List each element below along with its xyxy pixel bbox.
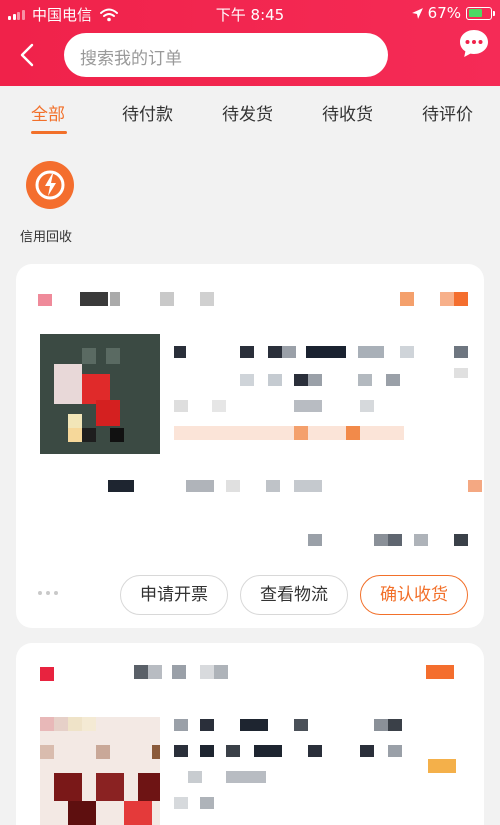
lightning-icon [25,161,74,209]
view-logistics-button[interactable]: 查看物流 [240,575,348,615]
product-tag [188,771,202,783]
tab-pending-shipment[interactable]: 待发货 [222,100,273,125]
tab-pending-review[interactable]: 待评价 [422,100,473,125]
tab-pending-receipt[interactable]: 待收货 [322,100,373,125]
location-arrow-icon [411,7,423,19]
product-tag [212,400,226,412]
order-total [374,534,388,546]
product-image[interactable] [40,334,160,454]
product-title [200,719,214,731]
confirm-receipt-button[interactable]: 确认收货 [360,575,468,615]
apply-invoice-button[interactable]: 申请开票 [120,575,228,615]
shop-name [148,665,162,679]
search-input[interactable]: 搜索我的订单 [64,33,388,77]
product-spec [268,374,282,386]
order-card [16,643,484,825]
product-spec [174,745,188,757]
promo-tag [428,759,456,773]
product-tag [294,400,322,412]
product-tag [200,797,214,809]
product-tag [174,797,188,809]
product-title [282,346,296,358]
product-tag [174,400,188,412]
order-status [400,292,414,306]
product-spec [308,745,322,757]
product-spec [388,745,402,757]
credit-recycle-shortcut[interactable]: 信用回收 [14,160,78,245]
product-title [358,346,384,358]
product-spec [200,745,214,757]
message-bubble-icon[interactable] [457,27,491,61]
service-info [226,480,240,492]
product-spec [240,374,254,386]
order-status [426,665,454,679]
service-info [186,480,214,492]
service-info [468,480,482,492]
product-title [388,719,402,731]
product-spec [254,745,282,757]
product-spec [226,745,240,757]
product-tag [360,400,374,412]
product-title [374,719,388,731]
order-total [388,534,402,546]
order-tabs: 全部 待付款 待发货 待收货 待评价 [0,86,500,136]
status-bar: 中国电信 下午 8:45 67% [0,0,500,26]
promo-tag [346,426,360,440]
order-status [440,292,454,306]
product-title [400,346,414,358]
shop-name [80,292,108,306]
battery-percent: 67% [427,4,461,22]
order-card: 申请开票 查看物流 确认收货 [16,264,484,628]
order-status [454,292,468,306]
product-spec [294,374,308,386]
product-title [240,346,254,358]
service-info [108,480,134,492]
header-bar: 中国电信 下午 8:45 67% 搜索我的订单 [0,0,500,86]
product-spec [386,374,400,386]
product-spec [308,374,322,386]
battery-icon [466,6,495,20]
product-title [306,346,346,358]
service-info [266,480,280,492]
search-placeholder: 搜索我的订单 [80,49,182,69]
shop-icon [40,667,54,681]
product-spec [358,374,372,386]
product-title [294,719,308,731]
quantity [454,368,468,378]
order-total [454,534,468,546]
shop-chevron-icon [200,665,214,679]
product-image[interactable] [40,717,160,825]
shop-badge [200,292,214,306]
credit-recycle-label: 信用回收 [19,230,72,245]
product-title[interactable] [174,719,188,731]
product-title[interactable] [174,346,186,358]
shop-name [172,665,186,679]
promo-tag [294,426,308,440]
product-title [240,719,268,731]
product-title [268,346,282,358]
service-info [294,480,322,492]
product-spec [360,745,374,757]
active-tab-indicator [31,131,67,134]
tab-pending-payment[interactable]: 待付款 [122,100,173,125]
back-arrow-icon[interactable] [12,40,42,70]
product-tag [226,771,266,783]
shop-name [110,292,120,306]
promo-tag [174,426,404,440]
shop-name [134,665,148,679]
shop-chevron-icon [160,292,174,306]
order-total [414,534,428,546]
shop-badge [214,665,228,679]
order-total [308,534,322,546]
product-price [454,346,468,358]
shop-icon [38,294,52,306]
tab-all[interactable]: 全部 [31,100,65,125]
